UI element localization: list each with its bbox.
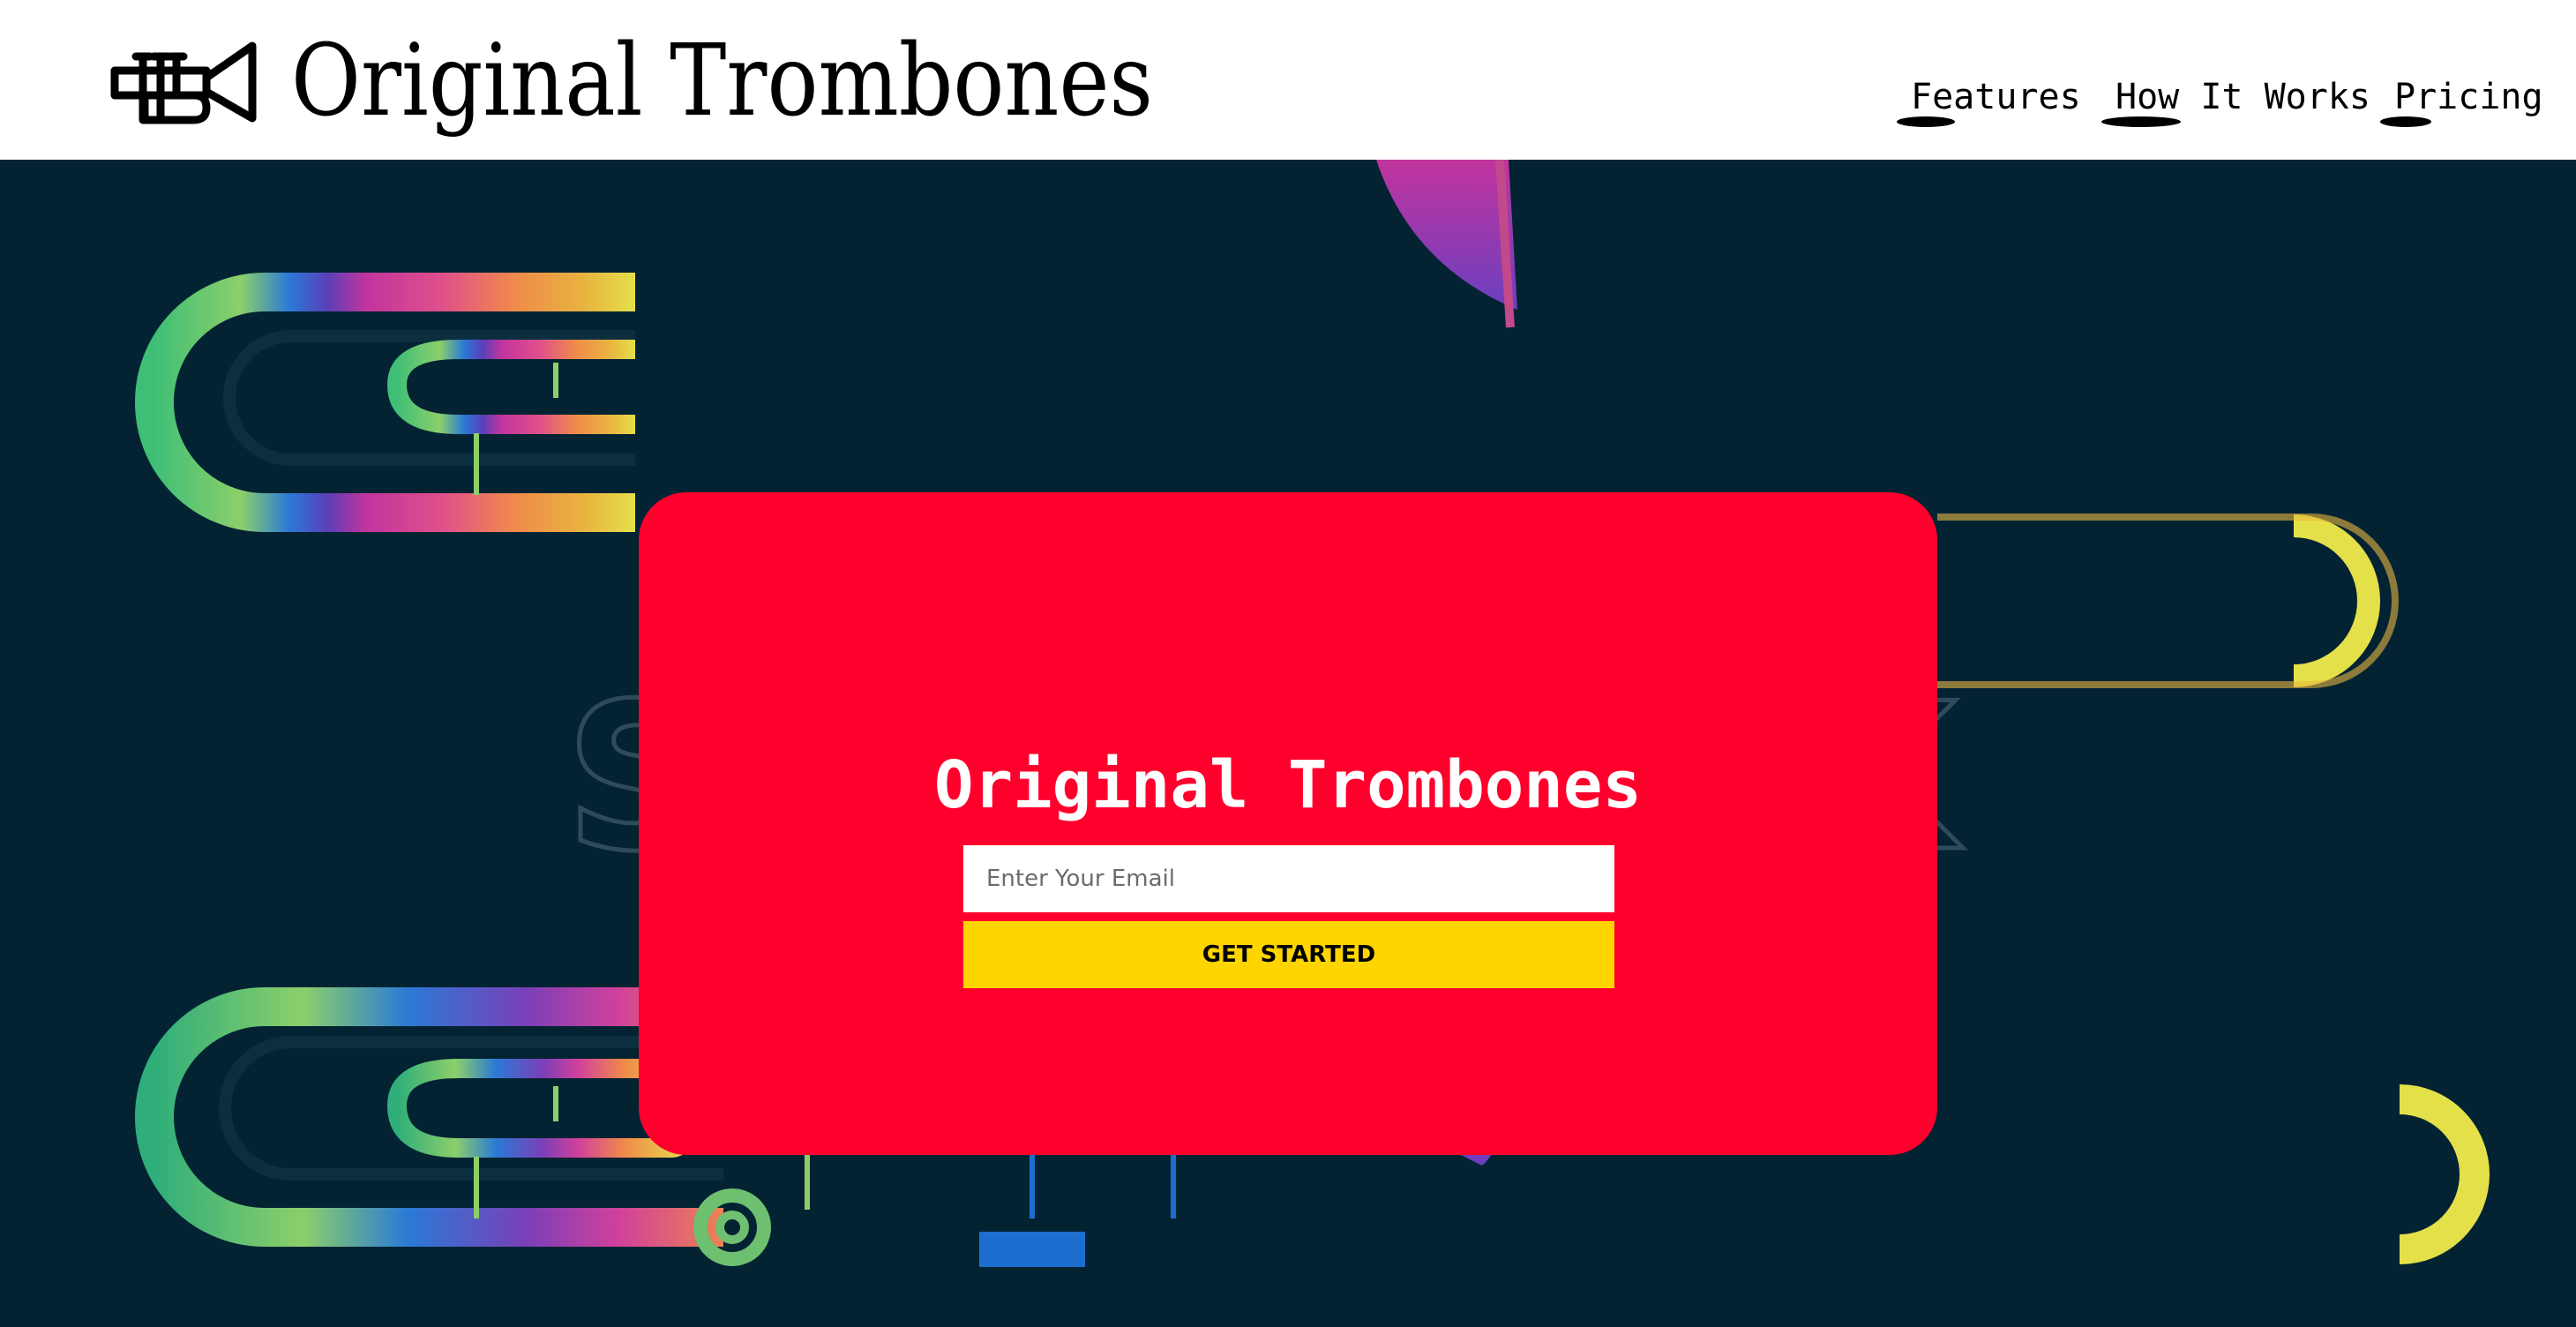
nav-underline-mark: [1897, 116, 1955, 127]
nav-link-features[interactable]: Features: [1897, 74, 2081, 127]
email-input[interactable]: [963, 845, 1614, 912]
nav-underline-mark: [2101, 116, 2181, 127]
nav-link-label: Pricing: [2394, 77, 2543, 117]
nav-link-pricing[interactable]: Pricing: [2380, 74, 2543, 127]
site-header: Original Trombones Features How It Works…: [0, 0, 2576, 160]
signup-card: Original Trombones GET STARTED: [639, 492, 1937, 1155]
brand-title[interactable]: Original Trombones: [291, 19, 1153, 143]
nav-link-label: How It Works: [2115, 77, 2370, 117]
get-started-button[interactable]: GET STARTED: [963, 921, 1614, 988]
nav-link-label: Features: [1911, 77, 2081, 117]
nav-underline-mark: [2380, 116, 2431, 127]
signup-title: Original Trombones: [934, 746, 1642, 823]
nav-link-how-it-works[interactable]: How It Works: [2101, 74, 2370, 127]
hero-section: S K Original Trombones: [0, 160, 2576, 1327]
trumpet-icon: [110, 41, 257, 124]
